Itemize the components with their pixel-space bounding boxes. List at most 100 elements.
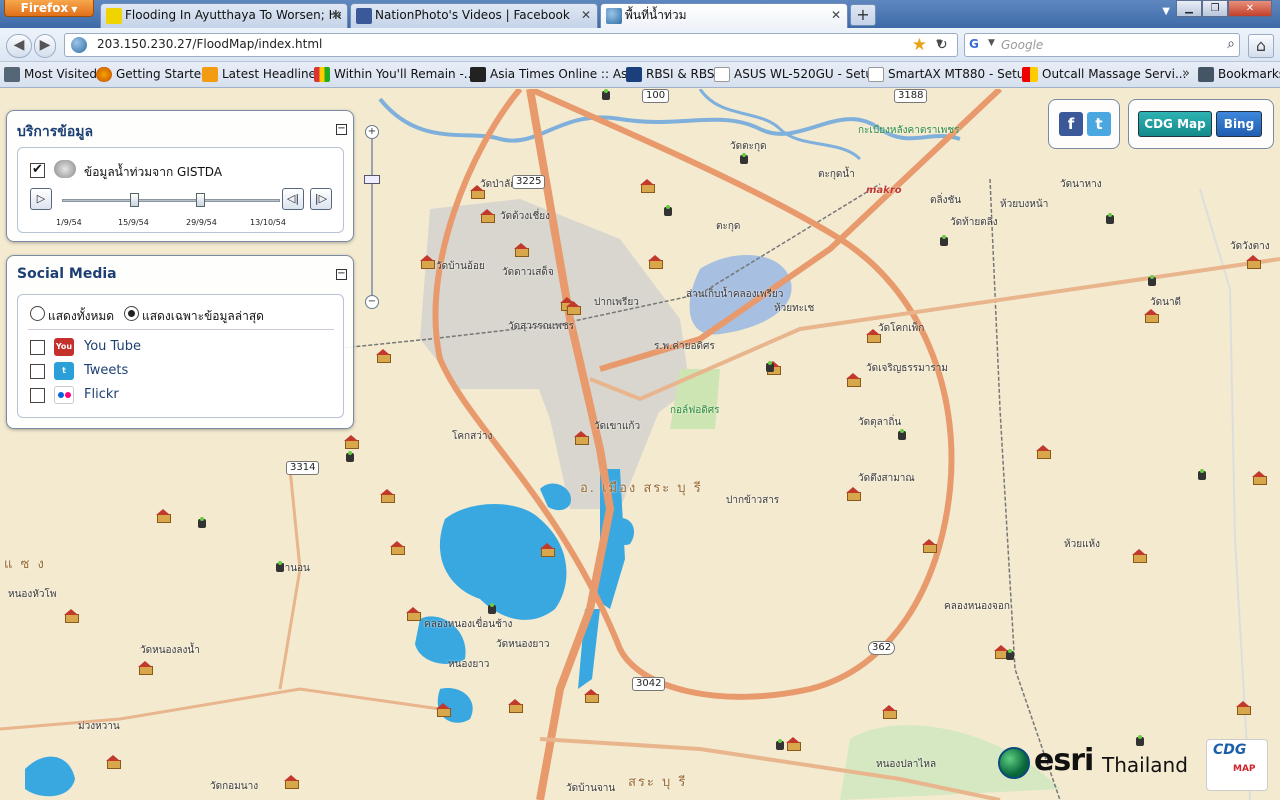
back-button[interactable]: ◀ bbox=[6, 34, 32, 58]
radio-show-latest[interactable] bbox=[124, 306, 139, 321]
bookmark-asia-times[interactable]: Asia Times Online :: As... bbox=[470, 67, 639, 83]
school-marker-icon[interactable] bbox=[1134, 735, 1146, 747]
temple-marker-icon[interactable] bbox=[1252, 471, 1267, 485]
school-marker-icon[interactable] bbox=[1104, 213, 1116, 225]
flood-map[interactable]: วัดป่าลัก วัดด้วงเชี่ยง วัดบ้านอ้อย วัดด… bbox=[0, 89, 1280, 800]
temple-marker-icon[interactable] bbox=[480, 209, 495, 223]
search-placeholder[interactable]: Google bbox=[1001, 38, 1043, 52]
temple-marker-icon[interactable] bbox=[1036, 445, 1051, 459]
zoom-thumb[interactable] bbox=[364, 175, 380, 184]
forward-button[interactable]: ▶ bbox=[34, 34, 56, 58]
tab-flood-map[interactable]: พื้นที่น้ำท่วม ✕ bbox=[600, 3, 848, 28]
temple-marker-icon[interactable] bbox=[922, 539, 937, 553]
temple-marker-icon[interactable] bbox=[390, 541, 405, 555]
date-slider-end-thumb[interactable] bbox=[196, 193, 205, 207]
maximize-button[interactable]: ❐ bbox=[1202, 0, 1228, 17]
school-marker-icon[interactable] bbox=[600, 89, 612, 101]
tweets-checkbox[interactable] bbox=[30, 364, 45, 379]
date-slider-start-thumb[interactable] bbox=[130, 193, 139, 207]
zoom-track[interactable] bbox=[371, 139, 373, 299]
bookmark-outcall[interactable]: Outcall Massage Servi... bbox=[1022, 67, 1186, 83]
tab-list-icon[interactable]: ▼ bbox=[1162, 6, 1170, 17]
youtube-checkbox[interactable] bbox=[30, 340, 45, 355]
temple-marker-icon[interactable] bbox=[106, 755, 121, 769]
temple-marker-icon[interactable] bbox=[64, 609, 79, 623]
step-back-button[interactable]: ◁| bbox=[282, 188, 304, 210]
temple-marker-icon[interactable] bbox=[1236, 701, 1251, 715]
school-marker-icon[interactable] bbox=[896, 429, 908, 441]
temple-marker-icon[interactable] bbox=[380, 489, 395, 503]
url-text[interactable]: 203.150.230.27/FloodMap/index.html bbox=[97, 37, 322, 51]
tab-close-icon[interactable]: ✕ bbox=[331, 4, 341, 27]
tab-close-icon[interactable]: ✕ bbox=[581, 4, 591, 27]
temple-marker-icon[interactable] bbox=[640, 179, 655, 193]
zoom-out-button[interactable]: − bbox=[365, 295, 379, 309]
school-marker-icon[interactable] bbox=[196, 517, 208, 529]
twitter-share-icon[interactable]: t bbox=[1087, 112, 1111, 136]
url-bar[interactable]: 203.150.230.27/FloodMap/index.html ★ ▼ bbox=[64, 33, 958, 57]
minimize-button[interactable]: ▁ bbox=[1176, 0, 1202, 17]
school-marker-icon[interactable] bbox=[1196, 469, 1208, 481]
flickr-checkbox[interactable] bbox=[30, 388, 45, 403]
bookmark-within-youll-remain[interactable]: Within You'll Remain -... bbox=[314, 67, 475, 83]
bookmark-latest-headlines[interactable]: Latest Headlines bbox=[202, 67, 322, 83]
reload-icon[interactable]: ↻ bbox=[936, 37, 948, 53]
school-marker-icon[interactable] bbox=[344, 451, 356, 463]
temple-marker-icon[interactable] bbox=[508, 699, 523, 713]
temple-marker-icon[interactable] bbox=[1144, 309, 1159, 323]
bookmark-star-icon[interactable]: ★ bbox=[912, 35, 927, 55]
minimize-panel-button[interactable]: − bbox=[336, 124, 347, 135]
bookmarks-overflow-icon[interactable]: » bbox=[1182, 66, 1190, 81]
tab-facebook-videos[interactable]: NationPhoto's Videos | Facebook ✕ bbox=[350, 3, 598, 28]
temple-marker-icon[interactable] bbox=[376, 349, 391, 363]
new-tab-button[interactable]: + bbox=[850, 4, 876, 26]
temple-marker-icon[interactable] bbox=[406, 607, 421, 621]
tab-close-icon[interactable]: ✕ bbox=[831, 4, 841, 27]
temple-marker-icon[interactable] bbox=[846, 487, 861, 501]
firefox-menu-button[interactable]: Firefox ▼ bbox=[4, 0, 94, 17]
temple-marker-icon[interactable] bbox=[574, 431, 589, 445]
temple-marker-icon[interactable] bbox=[156, 509, 171, 523]
temple-marker-icon[interactable] bbox=[648, 255, 663, 269]
step-forward-button[interactable]: |▷ bbox=[310, 188, 332, 210]
close-window-button[interactable]: ✕ bbox=[1228, 0, 1272, 17]
school-marker-icon[interactable] bbox=[486, 603, 498, 615]
school-marker-icon[interactable] bbox=[1146, 275, 1158, 287]
school-marker-icon[interactable] bbox=[738, 153, 750, 165]
temple-marker-icon[interactable] bbox=[514, 243, 529, 257]
cdg-map-button[interactable]: CDG Map bbox=[1138, 111, 1212, 137]
date-slider-track[interactable] bbox=[62, 199, 280, 202]
zoom-in-button[interactable]: + bbox=[365, 125, 379, 139]
temple-marker-icon[interactable] bbox=[436, 703, 451, 717]
bookmark-asus-setup[interactable]: ASUS WL-520GU - Setup bbox=[714, 67, 881, 83]
temple-marker-icon[interactable] bbox=[420, 255, 435, 269]
search-bar[interactable]: G ▼ Google ⌕ bbox=[964, 33, 1240, 57]
temple-marker-icon[interactable] bbox=[138, 661, 153, 675]
bookmark-rbsi[interactable]: RBSI & RBS bbox=[626, 67, 714, 83]
temple-marker-icon[interactable] bbox=[540, 543, 555, 557]
temple-marker-icon[interactable] bbox=[882, 705, 897, 719]
bookmarks-menu[interactable]: Bookmarks bbox=[1198, 67, 1280, 83]
engine-dropdown-icon[interactable]: ▼ bbox=[988, 38, 995, 48]
temple-marker-icon[interactable] bbox=[866, 329, 881, 343]
radio-show-all[interactable] bbox=[30, 306, 45, 321]
school-marker-icon[interactable] bbox=[764, 361, 776, 373]
temple-marker-icon[interactable] bbox=[584, 689, 599, 703]
facebook-share-icon[interactable]: f bbox=[1059, 112, 1083, 136]
minimize-panel-button[interactable]: − bbox=[336, 269, 347, 280]
temple-marker-icon[interactable] bbox=[786, 737, 801, 751]
bookmark-most-visited[interactable]: Most Visited bbox=[4, 67, 97, 83]
temple-marker-icon[interactable] bbox=[566, 301, 581, 315]
school-marker-icon[interactable] bbox=[774, 739, 786, 751]
temple-marker-icon[interactable] bbox=[470, 185, 485, 199]
school-marker-icon[interactable] bbox=[662, 205, 674, 217]
temple-marker-icon[interactable] bbox=[1132, 549, 1147, 563]
school-marker-icon[interactable] bbox=[938, 235, 950, 247]
temple-marker-icon[interactable] bbox=[284, 775, 299, 789]
gistda-layer-checkbox[interactable]: ✔ bbox=[30, 163, 45, 178]
tab-flooding-news[interactable]: Flooding In Ayutthaya To Worsen; He... ✕ bbox=[100, 3, 348, 28]
home-icon[interactable]: ⌂ bbox=[1248, 34, 1274, 58]
search-icon[interactable]: ⌕ bbox=[1227, 36, 1235, 52]
temple-marker-icon[interactable] bbox=[846, 373, 861, 387]
bing-map-button[interactable]: Bing bbox=[1216, 111, 1262, 137]
